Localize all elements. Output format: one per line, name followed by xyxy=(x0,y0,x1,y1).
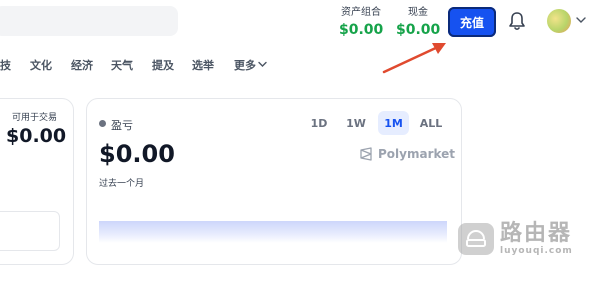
cash-stat[interactable]: 现金 $0.00 xyxy=(396,7,440,39)
portfolio-label: 资产组合 xyxy=(341,7,381,18)
nav-item-economy[interactable]: 经济 xyxy=(71,57,93,73)
pnl-value: $0.00 xyxy=(99,140,175,168)
pnl-period: 过去一个月 xyxy=(99,179,145,189)
tradable-value: $0.00 xyxy=(6,125,67,147)
pnl-label: 盈亏 xyxy=(111,119,133,132)
watermark-sub: luyouqi.com xyxy=(500,246,573,256)
nav-item-mentions[interactable]: 提及 xyxy=(152,57,174,73)
chevron-down-icon[interactable] xyxy=(258,61,267,68)
search-bar[interactable] xyxy=(0,6,178,36)
nav-item-culture[interactable]: 文化 xyxy=(30,57,52,73)
polymarket-wordmark: Polymarket xyxy=(378,147,456,161)
pnl-chart xyxy=(99,221,447,243)
cash-value: $0.00 xyxy=(396,22,441,38)
bell-icon[interactable] xyxy=(507,10,527,32)
router-logo-icon xyxy=(458,223,494,255)
nav-item-more[interactable]: 更多 xyxy=(234,57,256,73)
polymarket-logo: Polymarket xyxy=(359,147,455,161)
nav-item-weather[interactable]: 天气 xyxy=(111,57,133,73)
range-1d[interactable]: 1D xyxy=(306,111,332,135)
status-dot xyxy=(99,120,106,127)
avatar[interactable] xyxy=(547,9,571,33)
portfolio-stat[interactable]: 资产组合 $0.00 xyxy=(339,7,383,39)
left-card-action[interactable] xyxy=(0,211,60,251)
polymarket-icon xyxy=(360,147,372,161)
nav-item-elections[interactable]: 选举 xyxy=(192,57,214,73)
range-1w[interactable]: 1W xyxy=(342,111,370,135)
watermark-main: 路由器 xyxy=(500,221,573,246)
range-all[interactable]: ALL xyxy=(416,111,446,135)
watermark: 路由器 luyouqi.com xyxy=(458,222,573,256)
chevron-down-icon[interactable] xyxy=(576,16,586,24)
nav-item-tech[interactable]: 技 xyxy=(0,57,11,73)
range-1m[interactable]: 1M xyxy=(378,111,409,135)
tradable-label: 可用于交易 xyxy=(12,113,58,123)
annotation-arrow-icon xyxy=(382,43,446,74)
portfolio-value: $0.00 xyxy=(339,22,384,38)
recharge-button[interactable]: 充值 xyxy=(448,7,496,37)
cash-label: 现金 xyxy=(408,7,428,18)
